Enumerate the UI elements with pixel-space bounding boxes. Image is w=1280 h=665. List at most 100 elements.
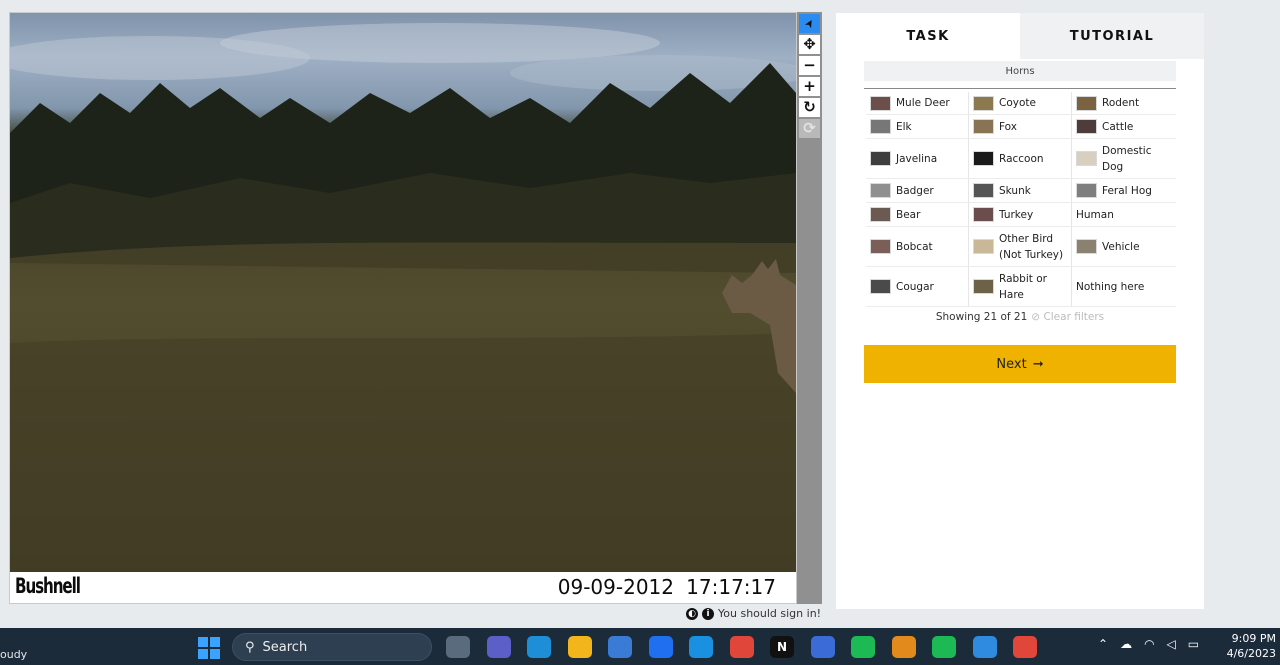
species-option[interactable]: Raccoon: [969, 139, 1072, 179]
species-option[interactable]: Fox: [969, 115, 1072, 139]
panel-tabs: TASK TUTORIAL: [836, 13, 1204, 59]
arrow-right-icon: ➞: [1032, 356, 1044, 372]
taskbar-clock[interactable]: 9:09 PM 4/6/2023: [1227, 631, 1276, 661]
reset-button[interactable]: ⟳: [799, 119, 820, 138]
species-option[interactable]: Cougar: [866, 267, 969, 307]
species-option[interactable]: Vehicle: [1072, 227, 1176, 267]
next-button[interactable]: Next ➞: [864, 345, 1176, 383]
species-option[interactable]: Domestic Dog: [1072, 139, 1176, 179]
species-option[interactable]: Cattle: [1072, 115, 1176, 139]
search-label: Search: [262, 639, 308, 655]
contrast-icon[interactable]: ◐: [686, 607, 698, 620]
species-option[interactable]: Javelina: [866, 139, 969, 179]
zoom-out-button[interactable]: −: [799, 56, 820, 75]
species-thumbnail: [973, 183, 994, 198]
taskbar-app-netflix[interactable]: N: [770, 636, 794, 658]
species-option[interactable]: Rodent: [1072, 92, 1176, 115]
species-option[interactable]: Turkey: [969, 203, 1072, 227]
taskbar-app-store[interactable]: [608, 636, 632, 658]
species-thumbnail: [973, 151, 994, 166]
taskbar-app-teams[interactable]: [486, 636, 511, 658]
camera-timestamp-bar: Bushnell 09-09-2012 17:17:17: [10, 572, 796, 603]
image-toolbar: ➤ ✥ − + ↻ ⟳: [797, 12, 822, 604]
clear-filters-button[interactable]: ⊘ Clear filters: [1031, 311, 1104, 323]
species-thumbnail: [1076, 119, 1097, 134]
species-option[interactable]: Bear: [866, 203, 969, 227]
subject-image-viewer[interactable]: Bushnell 09-09-2012 17:17:17: [9, 12, 797, 604]
species-option[interactable]: Other Bird (Not Turkey): [969, 227, 1072, 267]
taskbar-app-sublime[interactable]: [891, 636, 916, 658]
onedrive-cloud-icon[interactable]: ☁: [1120, 637, 1132, 651]
photo-illustration: [10, 23, 796, 572]
species-thumbnail: [1076, 151, 1097, 166]
species-option[interactable]: Feral Hog: [1072, 179, 1176, 203]
clock-date: 4/6/2023: [1226, 647, 1276, 660]
zoom-in-button[interactable]: +: [799, 77, 820, 96]
volume-icon[interactable]: ◁: [1167, 637, 1176, 651]
tab-task[interactable]: TASK: [836, 13, 1020, 59]
species-thumbnail: [973, 239, 994, 254]
app-root: Bushnell 09-09-2012 17:17:17 ➤ ✥ − + ↻ ⟳…: [0, 0, 1280, 665]
signin-notice: ◐ i You should sign in!: [686, 605, 821, 622]
minus-icon: −: [803, 56, 816, 74]
species-thumbnail: [973, 95, 994, 111]
species-thumbnail: [870, 239, 891, 254]
taskbar-app-file-explorer[interactable]: [567, 636, 592, 658]
species-thumbnail: [870, 119, 891, 134]
species-label: Rodent: [1102, 97, 1140, 109]
species-label: Raccoon: [999, 152, 1044, 165]
taskbar-app-chrome[interactable]: [729, 636, 754, 658]
species-option[interactable]: Nothing here: [1072, 267, 1176, 307]
taskbar-app-task-view[interactable]: [446, 636, 470, 658]
weather-widget[interactable]: oudy: [0, 648, 27, 661]
species-label: Mule Deer: [896, 97, 950, 109]
divider: [864, 88, 1176, 89]
info-icon[interactable]: i: [702, 607, 714, 620]
move-tool-button[interactable]: ✥: [799, 35, 820, 54]
taskbar-app-edge[interactable]: [527, 636, 551, 658]
species-option[interactable]: Elk: [866, 115, 969, 139]
next-label: Next: [996, 356, 1027, 372]
taskbar-app-app-2[interactable]: [972, 636, 997, 658]
species-thumbnail: [1076, 183, 1097, 198]
species-option[interactable]: Coyote: [969, 92, 1072, 115]
taskbar-app-chrome-2[interactable]: [1013, 636, 1037, 658]
species-label: Badger: [896, 184, 934, 197]
clear-filters-label: Clear filters: [1043, 311, 1105, 323]
camera-trap-photo[interactable]: [10, 13, 796, 572]
search-icon: ⚲: [245, 639, 255, 655]
pointer-tool-button[interactable]: ➤: [799, 14, 820, 33]
taskbar-search[interactable]: ⚲ Search: [232, 633, 432, 661]
taskbar-app-spotify-2[interactable]: [932, 636, 956, 658]
species-thumbnail: [870, 183, 891, 198]
chevron-up-icon[interactable]: ⌃: [1098, 637, 1108, 651]
taskbar-app-app[interactable]: [810, 636, 835, 658]
species-label: Coyote: [999, 97, 1036, 109]
species-option[interactable]: Rabbit or Hare: [969, 267, 1072, 307]
species-thumbnail: [973, 279, 994, 294]
taskbar-app-mail[interactable]: [689, 636, 713, 658]
filter-horns[interactable]: Horns: [864, 61, 1176, 81]
species-option[interactable]: Badger: [866, 179, 969, 203]
species-option[interactable]: Bobcat: [866, 227, 969, 267]
species-label: Feral Hog: [1102, 184, 1152, 197]
photo-time: 17:17:17: [686, 575, 776, 599]
windows-taskbar: oudy ⚲ Search N ⌃ ☁ ◠ ◁ ▭ 9:09 PM 4/6/20…: [0, 628, 1280, 665]
taskbar-app-dropbox[interactable]: [648, 636, 673, 658]
species-option[interactable]: Skunk: [969, 179, 1072, 203]
species-option[interactable]: Human: [1072, 203, 1176, 227]
species-grid: Mule Deer Coyote Rodent Elk Fox Cattle Javelin…: [866, 92, 1176, 307]
windows-start-icon[interactable]: [198, 637, 220, 659]
rotate-icon: ↻: [803, 98, 816, 116]
showing-text: Showing 21 of 21: [935, 311, 1028, 323]
taskbar-app-spotify[interactable]: [851, 636, 875, 658]
species-option[interactable]: Mule Deer: [866, 92, 969, 115]
species-label: Cougar: [896, 280, 934, 293]
species-label: Bobcat: [896, 240, 933, 253]
wifi-icon[interactable]: ◠: [1144, 637, 1154, 651]
species-thumbnail: [870, 151, 891, 166]
rotate-button[interactable]: ↻: [799, 98, 820, 117]
battery-icon[interactable]: ▭: [1188, 637, 1199, 651]
species-label: Rabbit or Hare: [999, 272, 1047, 301]
tab-tutorial[interactable]: TUTORIAL: [1020, 13, 1204, 59]
